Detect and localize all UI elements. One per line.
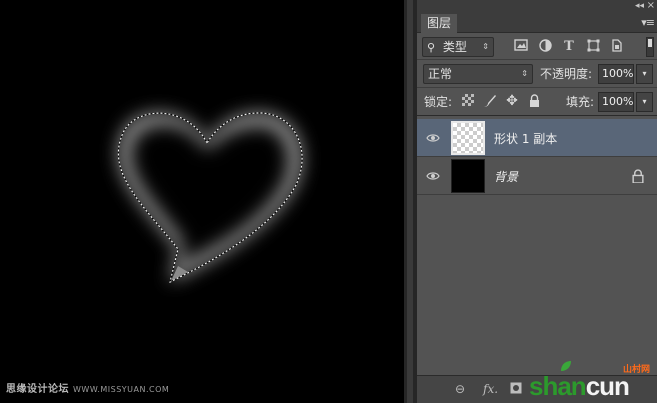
shape-filter-icon[interactable] bbox=[585, 39, 601, 55]
brand-part-1: shan bbox=[529, 371, 587, 401]
fill-label: 填充: bbox=[566, 95, 595, 109]
lock-image-icon[interactable] bbox=[483, 94, 497, 108]
link-icon[interactable]: ⊖ bbox=[455, 382, 465, 396]
document-canvas[interactable]: 思缘设计论坛 WWW.MISSYUAN.COM bbox=[0, 0, 404, 403]
opacity-label: 不透明度: bbox=[540, 67, 593, 81]
lock-label: 锁定: bbox=[424, 95, 453, 109]
panel-menu-icon[interactable]: ▾≡ bbox=[641, 16, 655, 29]
fill-input[interactable]: 100% bbox=[598, 92, 634, 112]
lock-position-icon[interactable]: ✥ bbox=[505, 94, 519, 108]
fx-icon[interactable]: fx. bbox=[483, 382, 498, 396]
layers-panel: ◂◂ × 图层 ▾≡ ⚲ 类型 ⇕ T 正常 ⇕ 不透明度: 100% ▾ 锁定… bbox=[416, 0, 657, 403]
fill-slider-button[interactable]: ▾ bbox=[636, 92, 653, 112]
adjustment-filter-icon[interactable] bbox=[537, 39, 553, 55]
lock-all-icon[interactable] bbox=[527, 94, 541, 108]
vertical-scrollbar[interactable] bbox=[407, 0, 413, 403]
eye-icon[interactable] bbox=[426, 131, 440, 145]
smart-object-filter-icon[interactable] bbox=[609, 39, 625, 55]
watermark-left: 思缘设计论坛 WWW.MISSYUAN.COM bbox=[6, 380, 169, 395]
watermark-right: 山村网 shancun bbox=[523, 357, 657, 403]
layer-thumbnail bbox=[451, 159, 485, 193]
blend-mode-label: 正常 bbox=[428, 67, 453, 81]
tab-layers[interactable]: 图层 bbox=[421, 14, 458, 33]
panel-tab-bar: 图层 ▾≡ bbox=[417, 14, 657, 33]
lock-transparent-icon[interactable] bbox=[461, 94, 475, 108]
eye-icon[interactable] bbox=[426, 169, 440, 183]
blend-mode-dropdown[interactable]: 正常 ⇕ bbox=[423, 64, 533, 84]
layer-name: 背景 bbox=[494, 170, 519, 184]
heart-shape-selection bbox=[117, 112, 303, 283]
search-icon: ⚲ bbox=[427, 41, 436, 54]
layer-row[interactable]: 形状 1 副本 bbox=[417, 119, 657, 157]
layers-list: 形状 1 副本 背景 bbox=[417, 117, 657, 375]
layer-row[interactable]: 背景 bbox=[417, 157, 657, 195]
opacity-slider-button[interactable]: ▾ bbox=[636, 64, 653, 84]
opacity-input[interactable]: 100% bbox=[598, 64, 634, 84]
lock-icon[interactable] bbox=[632, 169, 644, 183]
spinner-arrows-icon: ⇕ bbox=[482, 42, 489, 51]
spinner-arrows-icon: ⇕ bbox=[521, 69, 528, 78]
filter-kind-dropdown[interactable]: ⚲ 类型 ⇕ bbox=[422, 37, 494, 57]
image-filter-icon[interactable] bbox=[513, 39, 529, 55]
canvas-scrollbar-gutter bbox=[404, 0, 416, 403]
filter-toggle-switch[interactable] bbox=[646, 37, 654, 57]
brand-part-2: cun bbox=[585, 371, 630, 401]
close-panel-icon[interactable]: × bbox=[647, 0, 655, 11]
layer-filter-row: ⚲ 类型 ⇕ T bbox=[417, 34, 657, 60]
panel-titlebar: ◂◂ × bbox=[417, 0, 657, 14]
watermark-right-brand: shancun bbox=[529, 371, 630, 402]
watermark-left-text: 思缘设计论坛 bbox=[6, 384, 69, 395]
watermark-left-url: WWW.MISSYUAN.COM bbox=[73, 385, 170, 394]
mask-icon[interactable] bbox=[510, 382, 522, 397]
blend-row: 正常 ⇕ 不透明度: 100% ▾ bbox=[417, 61, 657, 88]
filter-kind-label: 类型 bbox=[442, 40, 467, 54]
lock-row: 锁定: ✥ 填充: 100% ▾ bbox=[417, 89, 657, 116]
collapse-panel-icon[interactable]: ◂◂ bbox=[635, 1, 644, 11]
layer-thumbnail bbox=[451, 121, 485, 155]
layer-name: 形状 1 副本 bbox=[494, 132, 558, 146]
type-filter-icon[interactable]: T bbox=[561, 39, 577, 55]
